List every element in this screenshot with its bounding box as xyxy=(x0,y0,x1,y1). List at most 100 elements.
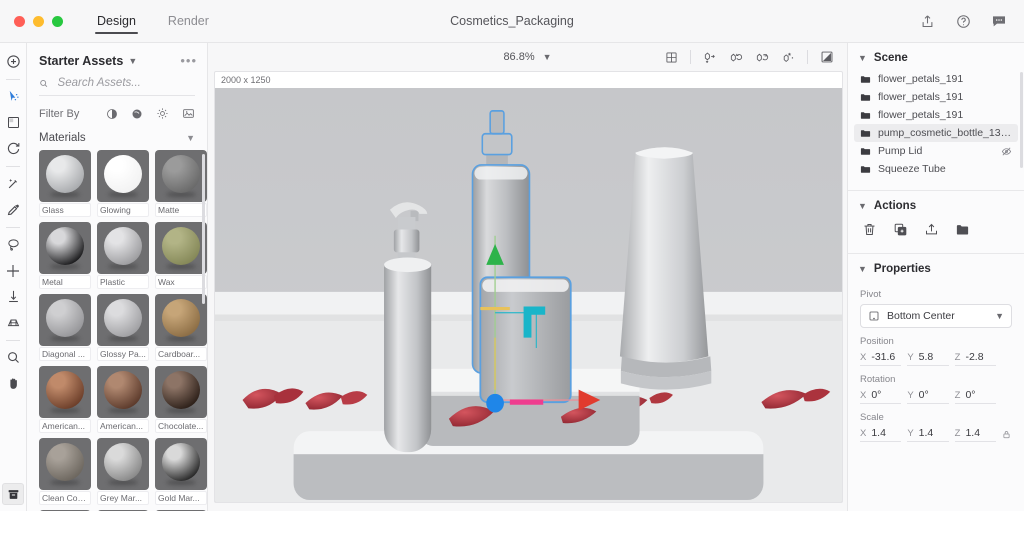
material-preview[interactable] xyxy=(39,438,91,490)
add-object-tool[interactable] xyxy=(2,49,24,74)
scene-section-header[interactable]: ▼ Scene xyxy=(848,43,1024,70)
assets-search[interactable] xyxy=(39,76,195,96)
material-preview[interactable] xyxy=(39,366,91,418)
material-preview[interactable] xyxy=(97,294,149,346)
scale-z-field[interactable]: Z 1.4 xyxy=(954,427,996,442)
material-swatch[interactable]: Clean Con... xyxy=(39,438,91,505)
material-swatch[interactable]: Wax xyxy=(155,222,207,289)
light-filter-icon[interactable] xyxy=(156,107,169,120)
material-preview[interactable] xyxy=(39,150,91,202)
material-preview[interactable] xyxy=(97,366,149,418)
canvas-frame[interactable]: 2000 x 1250 xyxy=(214,71,843,503)
move-tool[interactable] xyxy=(2,258,24,283)
properties-section-header[interactable]: ▼ Properties xyxy=(848,254,1024,281)
material-preview[interactable] xyxy=(97,150,149,202)
rotate-tool[interactable] xyxy=(2,136,24,161)
scale-x-field[interactable]: X 1.4 xyxy=(860,427,902,442)
comment-icon[interactable] xyxy=(990,12,1008,30)
pivot-select[interactable]: Bottom Center ▼ xyxy=(860,304,1012,328)
material-preview[interactable] xyxy=(155,510,207,511)
material-swatch[interactable]: Diagonal ... xyxy=(39,294,91,361)
drop-to-floor-tool[interactable] xyxy=(2,284,24,309)
material-swatch[interactable]: Glowing xyxy=(97,150,149,217)
chevron-down-icon[interactable]: ▼ xyxy=(128,56,137,66)
3d-render[interactable] xyxy=(215,88,842,502)
material-swatch[interactable]: Chocolate... xyxy=(155,366,207,433)
material-swatch[interactable]: Dark Mar... xyxy=(155,510,207,511)
material-swatch[interactable]: White Mar... xyxy=(39,510,91,511)
delete-action[interactable] xyxy=(862,222,877,237)
minimize-window-button[interactable] xyxy=(33,15,44,27)
scale-y-field[interactable]: Y 1.4 xyxy=(907,427,949,442)
material-preview[interactable] xyxy=(155,366,207,418)
material-swatch[interactable]: Grey Mar... xyxy=(97,438,149,505)
chevron-down-icon[interactable]: ▼ xyxy=(858,53,867,63)
material-swatch[interactable]: Gold Mar... xyxy=(155,438,207,505)
maximize-window-button[interactable] xyxy=(52,15,63,27)
scene-item[interactable]: pump_cosmetic_bottle_1300 xyxy=(854,124,1018,142)
material-preview[interactable] xyxy=(39,510,91,511)
perspective-tool[interactable] xyxy=(2,310,24,335)
close-window-button[interactable] xyxy=(14,15,25,27)
rotation-x-field[interactable]: X 0° xyxy=(860,389,902,404)
material-preview[interactable] xyxy=(155,222,207,274)
search-input[interactable] xyxy=(55,76,195,90)
material-preview[interactable] xyxy=(155,438,207,490)
material-swatch[interactable]: Yellow Ma... xyxy=(97,510,149,511)
material-preview[interactable] xyxy=(39,222,91,274)
scene-scrollbar[interactable] xyxy=(1020,72,1023,168)
scene-item[interactable]: flower_petals_191 xyxy=(854,88,1018,106)
chevron-down-icon[interactable]: ▼ xyxy=(995,311,1004,321)
image-filter-icon[interactable] xyxy=(182,107,195,120)
scene-item[interactable]: Squeeze Tube xyxy=(854,160,1018,178)
chevron-down-icon[interactable]: ▼ xyxy=(858,264,867,274)
position-y-field[interactable]: Y 5.8 xyxy=(907,351,949,366)
material-preview[interactable] xyxy=(97,222,149,274)
material-swatch[interactable]: Metal xyxy=(39,222,91,289)
material-swatch[interactable]: American... xyxy=(39,366,91,433)
assets-overflow-button[interactable]: ••• xyxy=(180,53,197,68)
material-swatch[interactable]: Glossy Pa... xyxy=(97,294,149,361)
material-swatch[interactable]: Matte xyxy=(155,150,207,217)
scene-item[interactable]: Pump Lid xyxy=(854,142,1018,160)
export-action[interactable] xyxy=(924,222,939,237)
material-preview[interactable] xyxy=(155,150,207,202)
model-filter-icon[interactable] xyxy=(131,108,143,120)
tab-render[interactable]: Render xyxy=(154,0,223,42)
position-x-field[interactable]: X -31.6 xyxy=(860,351,902,366)
material-preview[interactable] xyxy=(39,294,91,346)
assets-scrollbar[interactable] xyxy=(202,154,205,304)
tab-design[interactable]: Design xyxy=(83,0,150,42)
chevron-down-icon[interactable]: ▼ xyxy=(543,52,552,62)
material-swatch[interactable]: Cardboar... xyxy=(155,294,207,361)
material-swatch[interactable]: American... xyxy=(97,366,149,433)
select-tool[interactable] xyxy=(2,84,24,109)
zoom-tool[interactable] xyxy=(2,345,24,370)
share-icon[interactable] xyxy=(918,12,936,30)
zoom-control[interactable]: 86.8% ▼ xyxy=(208,51,847,63)
visibility-off-icon[interactable] xyxy=(1001,146,1012,157)
material-swatch[interactable]: Plastic xyxy=(97,222,149,289)
actions-section-header[interactable]: ▼ Actions xyxy=(848,191,1024,218)
hand-tool[interactable] xyxy=(2,371,24,396)
eyedropper-tool[interactable] xyxy=(2,197,24,222)
chevron-down-icon[interactable]: ▼ xyxy=(186,133,195,143)
material-preview[interactable] xyxy=(97,510,149,511)
help-icon[interactable] xyxy=(954,12,972,30)
material-filter-icon[interactable] xyxy=(106,108,118,120)
library-tool[interactable] xyxy=(2,483,24,505)
position-z-field[interactable]: Z -2.8 xyxy=(954,351,996,366)
material-preview[interactable] xyxy=(97,438,149,490)
3d-scene[interactable] xyxy=(215,88,842,502)
link-lock-icon[interactable] xyxy=(1002,429,1012,442)
material-swatch[interactable]: Glass xyxy=(39,150,91,217)
magic-wand-tool[interactable] xyxy=(2,171,24,196)
chevron-down-icon[interactable]: ▼ xyxy=(858,201,867,211)
group-action[interactable] xyxy=(955,222,970,237)
materials-category-row[interactable]: Materials ▼ xyxy=(27,128,207,150)
window-controls[interactable] xyxy=(0,15,63,27)
scene-item[interactable]: flower_petals_191 xyxy=(854,106,1018,124)
transform-tool[interactable] xyxy=(2,110,24,135)
duplicate-action[interactable] xyxy=(893,222,908,237)
rotation-y-field[interactable]: Y 0° xyxy=(907,389,949,404)
